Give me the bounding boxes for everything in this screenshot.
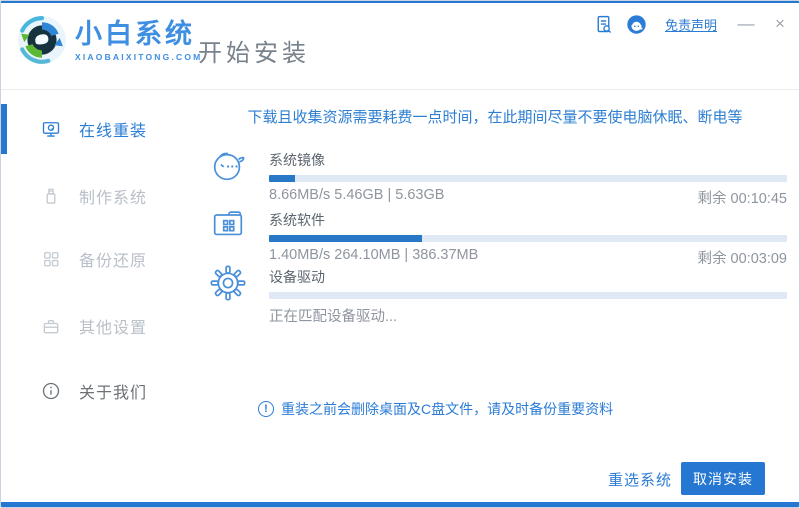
progress-bar-system-image [269,175,787,182]
sidebar-item-backup-restore[interactable]: 备份还原 [1,237,201,281]
bottom-accent-bar [1,502,799,507]
sidebar-item-label: 其他设置 [79,320,148,337]
section-title: 系统软件 [269,212,325,228]
sidebar-item-label: 关于我们 [79,385,148,402]
cancel-install-button[interactable]: 取消安装 [681,462,765,495]
driver-status-text: 正在匹配设备驱动... [269,309,398,325]
section-device-drivers: 设备驱动 正在匹配设备驱动... [269,267,787,326]
grid-icon [41,249,61,269]
time-remaining: 剩余 00:10:45 [697,191,787,207]
disclaimer-doc-icon[interactable] [593,14,614,35]
reselect-system-link[interactable]: 重选系统 [608,469,672,490]
logo-text: 小白系统 XIAOBAIXITONG.COM [75,19,202,62]
monitor-icon [41,119,61,139]
section-system-software: 系统软件 1.40MB/s 264.10MB | 386.37MB 剩余 00:… [269,210,787,268]
sidebar-item-about-us[interactable]: 关于我们 [1,369,201,413]
backup-notice-text: 重装之前会删除桌面及C盘文件，请及时备份重要资料 [281,401,614,417]
time-remaining: 剩余 00:03:09 [697,251,787,267]
sidebar-item-label: 备份还原 [79,253,148,270]
section-title: 设备驱动 [269,269,325,285]
header-controls: 免责声明 — × [593,12,791,36]
app-window: 小白系统 XIAOBAIXITONG.COM 开始安装 免责声明 — × 在线重… [0,0,800,508]
gear-icon [210,265,246,301]
progress-bar-device-drivers [269,292,787,299]
app-logo: 小白系统 XIAOBAIXITONG.COM [17,15,202,65]
folder-icon [213,211,243,236]
header: 小白系统 XIAOBAIXITONG.COM 开始安装 免责声明 — × [1,3,799,90]
sidebar-item-online-reinstall[interactable]: 在线重装 [1,104,201,154]
download-stats: 1.40MB/s 264.10MB | 386.37MB [269,247,479,263]
progress-bar-system-software [269,235,787,242]
download-warning-text: 下载且收集资源需要耗费一点时间，在此期间尽量不要使电脑休眠、断电等 [247,109,743,126]
exclamation-circle-icon: ! [258,401,274,417]
section-title: 系统镜像 [269,152,325,168]
progress-fill [269,175,295,182]
sidebar-item-make-system[interactable]: 制作系统 [1,174,201,218]
progress-fill [269,235,422,242]
minimize-button[interactable]: — [735,13,757,35]
face-icon [213,152,245,181]
sidebar-item-other-settings[interactable]: 其他设置 [1,304,201,348]
usb-icon [41,186,61,206]
customer-support-icon[interactable] [626,14,647,35]
sidebar: 在线重装 制作系统 备份还原 其他设置 关于我们 [1,91,201,502]
sidebar-item-label: 在线重装 [79,123,148,140]
brand-name: 小白系统 [75,18,195,49]
disclaimer-link[interactable]: 免责声明 [665,15,717,34]
page-title: 开始安装 [198,40,310,67]
backup-notice: ! 重装之前会删除桌面及C盘文件，请及时备份重要资料 [258,399,613,419]
download-stats: 8.66MB/s 5.46GB | 5.63GB [269,187,445,203]
sidebar-item-label: 制作系统 [79,190,148,207]
close-button[interactable]: × [769,13,791,35]
info-icon [41,381,61,401]
briefcase-icon [41,316,61,336]
brand-domain: XIAOBAIXITONG.COM [75,51,203,62]
logo-icon [18,16,66,64]
section-system-image: 系统镜像 8.66MB/s 5.46GB | 5.63GB 剩余 00:10:4… [269,150,787,208]
